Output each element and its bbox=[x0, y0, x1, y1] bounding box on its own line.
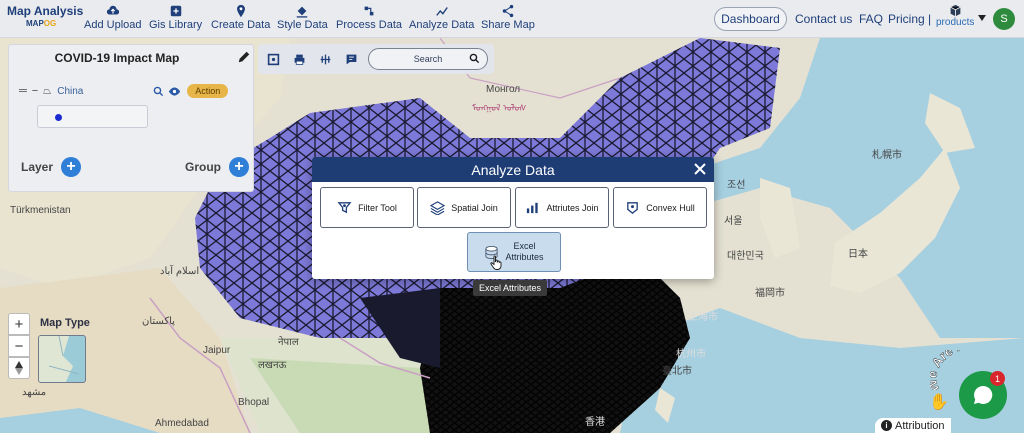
cloud-upload-icon bbox=[106, 5, 119, 15]
chat-bubble-icon bbox=[974, 385, 993, 404]
analyze-data-dialog: Analyze Data Filter Tool Spatial Join At… bbox=[312, 157, 714, 279]
excel-line-2: Attributes bbox=[505, 252, 544, 262]
library-icon bbox=[170, 5, 181, 17]
map-type-thumbnail[interactable] bbox=[38, 335, 86, 383]
add-layer-button[interactable]: Layer + bbox=[21, 157, 82, 177]
info-icon: i bbox=[881, 420, 892, 431]
drag-handle-icon[interactable]: ═ bbox=[19, 85, 27, 97]
compass-icon bbox=[15, 361, 23, 375]
map-thumb-image bbox=[39, 336, 80, 382]
layer-name: China bbox=[57, 85, 84, 97]
pricing-link[interactable]: Pricing | bbox=[888, 0, 931, 38]
tool-label: Filter Tool bbox=[358, 202, 397, 213]
nav-label: Process Data bbox=[336, 19, 403, 31]
chevron-down-icon[interactable] bbox=[978, 15, 986, 21]
layer-panel: COVID-19 Impact Map ═ − ⏢ China Action L… bbox=[8, 44, 254, 192]
search-icon[interactable] bbox=[469, 53, 480, 64]
attribution-label: Attribution bbox=[895, 419, 945, 432]
convex-hull-button[interactable]: Convex Hull bbox=[613, 187, 707, 228]
group-label: Group bbox=[185, 160, 221, 174]
tool-label: Excel Attributes bbox=[505, 241, 543, 263]
layer-label: Layer bbox=[21, 160, 54, 174]
comment-icon[interactable] bbox=[345, 53, 358, 66]
share-icon bbox=[502, 4, 514, 18]
zoom-in-button[interactable]: + bbox=[8, 313, 30, 335]
paint-bucket-icon bbox=[297, 6, 308, 18]
dialog-title: Analyze Data bbox=[471, 162, 555, 178]
print-icon[interactable] bbox=[293, 53, 306, 66]
brand-subtitle: MAPOG bbox=[26, 19, 83, 28]
legend-dot bbox=[55, 114, 62, 121]
nav-label: Create Data bbox=[211, 19, 271, 31]
map-type-label: Map Type bbox=[40, 317, 90, 329]
faq-link[interactable]: FAQ bbox=[859, 0, 883, 38]
hand-cursor-icon bbox=[490, 255, 502, 270]
brand-title: Map Analysis bbox=[7, 4, 84, 18]
tool-label: Spatial Join bbox=[451, 202, 498, 213]
wave-hand-icon: ✋ bbox=[929, 394, 949, 411]
brand-sub-b: OG bbox=[43, 19, 57, 28]
contact-link[interactable]: Contact us bbox=[795, 0, 852, 38]
process-icon bbox=[364, 6, 374, 16]
tool-label: Attriutes Join bbox=[546, 202, 599, 213]
tool-label: Convex Hull bbox=[646, 202, 695, 213]
analyze-icon bbox=[435, 7, 448, 16]
dashboard-button[interactable]: Dashboard bbox=[714, 7, 787, 31]
filter-tool-icon bbox=[337, 202, 352, 214]
top-navbar: Map Analysis MAPOG Add Upload Gis Librar… bbox=[0, 0, 1024, 38]
bar-chart-icon bbox=[527, 202, 539, 214]
map-toolbar: Search bbox=[258, 44, 494, 74]
tooltip: Excel Attributes bbox=[473, 280, 548, 296]
attributes-join-button[interactable]: Attriutes Join bbox=[515, 187, 609, 228]
products-menu[interactable]: products bbox=[936, 4, 974, 28]
measure-icon[interactable] bbox=[319, 53, 332, 66]
excel-attributes-button[interactable]: Excel Attributes bbox=[467, 232, 561, 272]
convex-hull-icon bbox=[627, 202, 639, 214]
filter-tool-button[interactable]: Filter Tool bbox=[320, 187, 414, 228]
nav-gis-library[interactable]: Gis Library bbox=[149, 4, 202, 31]
brand-sub-a: MAP bbox=[26, 19, 44, 28]
add-group-button[interactable]: Group + bbox=[185, 157, 249, 177]
pencil-icon[interactable] bbox=[237, 50, 251, 64]
nav-share-map[interactable]: Share Map bbox=[481, 4, 535, 31]
nav-label: Share Map bbox=[481, 19, 535, 31]
zoom-out-button[interactable]: − bbox=[8, 335, 30, 357]
map-title: COVID-19 Impact Map bbox=[54, 51, 180, 65]
close-icon[interactable] bbox=[693, 162, 707, 176]
layer-item-china[interactable]: ═ − ⏢ China Action bbox=[19, 83, 255, 99]
add-layer-icon[interactable]: + bbox=[61, 157, 82, 177]
nav-label: Analyze Data bbox=[409, 19, 475, 31]
collapse-icon[interactable]: − bbox=[32, 85, 38, 97]
screenshot-icon[interactable] bbox=[267, 53, 280, 66]
layer-legend-swatch[interactable] bbox=[37, 105, 148, 128]
nav-style-data[interactable]: Style Data bbox=[277, 4, 328, 31]
nav-label: Style Data bbox=[277, 19, 328, 31]
cube-icon bbox=[950, 4, 961, 17]
layers-icon bbox=[430, 201, 446, 215]
notification-badge: 1 bbox=[990, 371, 1005, 386]
map-pin-icon bbox=[236, 4, 245, 18]
nav-process-data[interactable]: Process Data bbox=[336, 4, 402, 31]
excel-line-1: Excel bbox=[513, 241, 536, 251]
dialog-header: Analyze Data bbox=[312, 157, 714, 182]
eye-icon[interactable] bbox=[168, 86, 181, 97]
nav-analyze-data[interactable]: Analyze Data bbox=[409, 4, 474, 31]
polygon-icon: ⏢ bbox=[43, 85, 52, 97]
attribution-button[interactable]: i Attribution bbox=[875, 418, 951, 433]
spatial-join-button[interactable]: Spatial Join bbox=[417, 187, 511, 228]
nav-add-upload[interactable]: Add Upload bbox=[84, 4, 142, 31]
brand-logo[interactable]: Map Analysis MAPOG bbox=[7, 4, 83, 28]
nav-label: Add Upload bbox=[84, 19, 142, 31]
nav-label: Gis Library bbox=[149, 19, 203, 31]
nav-create-data[interactable]: Create Data bbox=[211, 4, 270, 31]
user-avatar[interactable]: S bbox=[993, 8, 1015, 30]
add-group-icon[interactable]: + bbox=[229, 157, 249, 177]
zoom-to-layer-icon[interactable] bbox=[153, 86, 164, 97]
action-button[interactable]: Action bbox=[187, 84, 229, 98]
compass-button[interactable] bbox=[8, 357, 30, 379]
products-label: products bbox=[936, 17, 975, 28]
